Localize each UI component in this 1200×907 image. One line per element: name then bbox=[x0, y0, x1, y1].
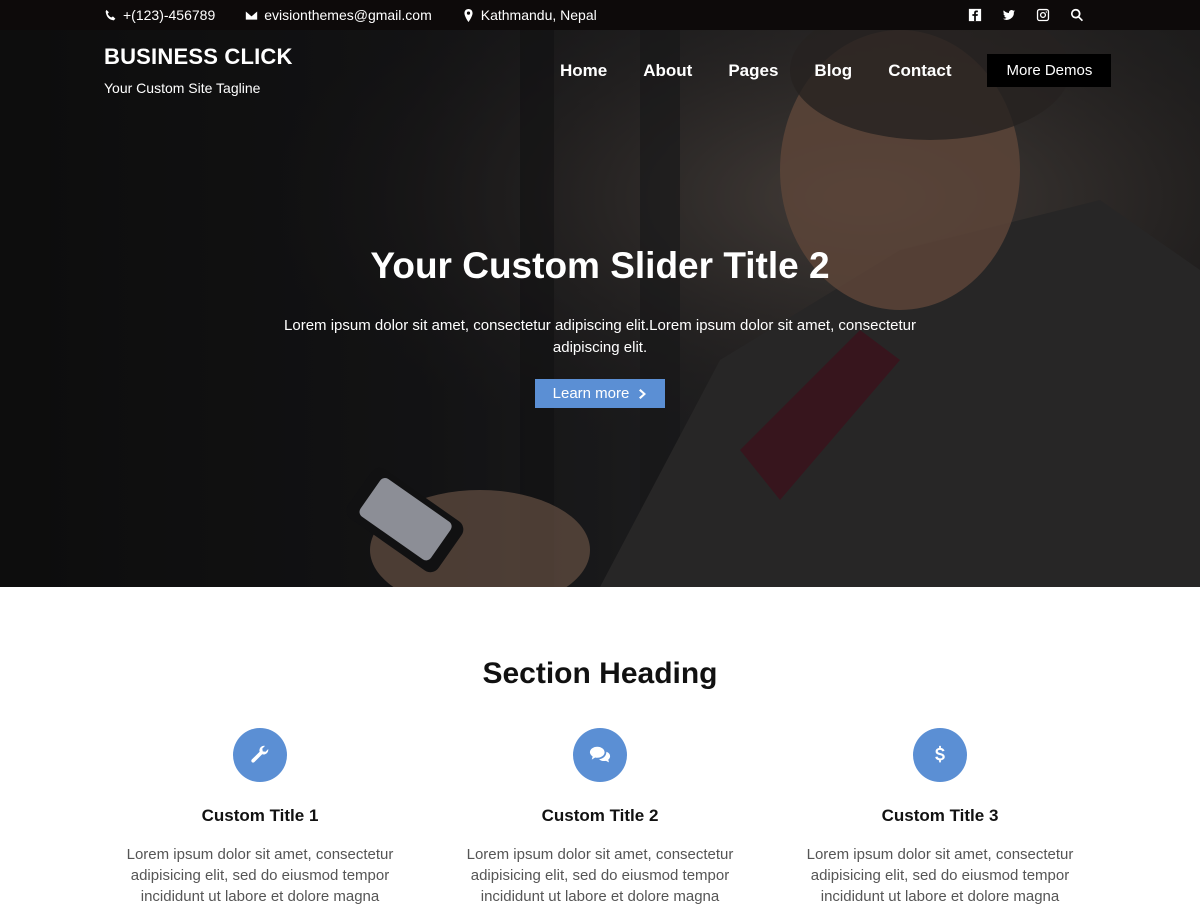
slide-content: Your Custom Slider Title 2 Lorem ipsum d… bbox=[0, 245, 1200, 408]
section-heading: Section Heading bbox=[482, 657, 718, 690]
email-address: evisionthemes@gmail.com bbox=[264, 7, 432, 23]
wrench-icon bbox=[251, 745, 269, 763]
site-title[interactable]: BUSINESS CLICK bbox=[104, 44, 293, 70]
feature-card: Custom Title 1 Lorem ipsum dolor sit ame… bbox=[110, 728, 410, 907]
learn-more-button[interactable]: Learn more bbox=[534, 379, 666, 408]
feature-title: Custom Title 2 bbox=[541, 806, 659, 825]
comments-icon bbox=[589, 746, 611, 763]
feature-title: Custom Title 1 bbox=[201, 806, 319, 825]
main-navigation: Home About Pages Blog Contact More Demos bbox=[560, 54, 1112, 87]
feature-title: Custom Title 3 bbox=[881, 806, 999, 825]
facebook-icon[interactable] bbox=[968, 8, 982, 22]
email-item[interactable]: evisionthemes@gmail.com bbox=[245, 7, 432, 23]
nav-contact[interactable]: Contact bbox=[888, 61, 951, 81]
feature-icon-circle bbox=[233, 728, 287, 782]
nav-blog[interactable]: Blog bbox=[814, 61, 852, 81]
chevron-right-icon bbox=[639, 388, 647, 399]
feature-text: Lorem ipsum dolor sit amet, consectetur … bbox=[466, 846, 734, 905]
learn-more-label: Learn more bbox=[552, 385, 630, 402]
nav-about[interactable]: About bbox=[643, 61, 692, 81]
phone-item[interactable]: +(123)-456789 bbox=[104, 7, 215, 23]
slider-text: Lorem ipsum dolor sit amet, consectetur … bbox=[284, 317, 916, 356]
site-branding: BUSINESS CLICK Your Custom Site Tagline bbox=[104, 44, 293, 96]
feature-text: Lorem ipsum dolor sit amet, consectetur … bbox=[806, 846, 1074, 905]
site-tagline: Your Custom Site Tagline bbox=[104, 80, 261, 96]
feature-text: Lorem ipsum dolor sit amet, consectetur … bbox=[126, 846, 394, 905]
top-bar: +(123)-456789 evisionthemes@gmail.com Ka… bbox=[0, 0, 1200, 30]
social-links bbox=[968, 0, 1084, 30]
slider-title: Your Custom Slider Title 2 bbox=[370, 245, 830, 286]
location-text: Kathmandu, Nepal bbox=[480, 7, 597, 23]
feature-card: Custom Title 2 Lorem ipsum dolor sit ame… bbox=[450, 728, 750, 907]
search-icon[interactable] bbox=[1070, 8, 1084, 22]
feature-icon-circle bbox=[913, 728, 967, 782]
nav-pages[interactable]: Pages bbox=[728, 61, 778, 81]
envelope-icon bbox=[246, 10, 258, 20]
nav-home[interactable]: Home bbox=[560, 61, 607, 81]
instagram-icon[interactable] bbox=[1036, 8, 1050, 22]
dollar-icon bbox=[935, 745, 945, 763]
location-item: Kathmandu, Nepal bbox=[462, 7, 597, 23]
features-section: Section Heading Custom Title 1 Lorem ips… bbox=[0, 587, 1200, 905]
contact-info: +(123)-456789 evisionthemes@gmail.com Ka… bbox=[104, 0, 597, 30]
phone-icon bbox=[105, 9, 116, 20]
phone-number: +(123)-456789 bbox=[123, 7, 216, 23]
more-demos-button[interactable]: More Demos bbox=[987, 54, 1112, 87]
feature-icon-circle bbox=[573, 728, 627, 782]
map-marker-icon bbox=[464, 8, 473, 22]
hero-slider: BUSINESS CLICK Your Custom Site Tagline … bbox=[0, 30, 1200, 587]
feature-card: Custom Title 3 Lorem ipsum dolor sit ame… bbox=[790, 728, 1090, 907]
twitter-icon[interactable] bbox=[1002, 8, 1016, 22]
